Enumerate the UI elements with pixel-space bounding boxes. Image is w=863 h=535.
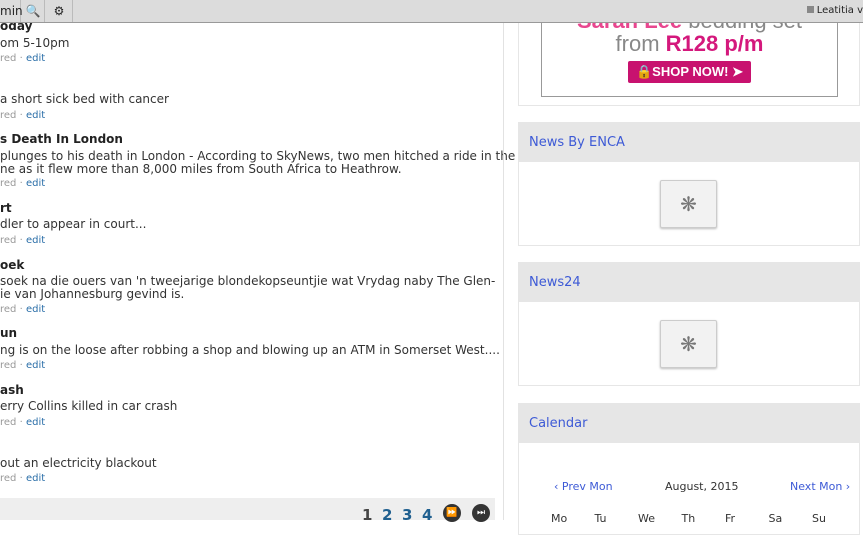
article-summary: ng is on the loose after robbing a shop …: [0, 343, 500, 357]
calendar-widget: Calendar ‹ Prev Mon August, 2015 Next Mo…: [518, 403, 860, 535]
page-3[interactable]: 3: [402, 506, 412, 524]
news24-widget: News24 ❋: [518, 262, 860, 386]
loading-spinner-icon: ❋: [660, 320, 717, 368]
user-name: Leatitia v: [816, 5, 863, 16]
weekday-header: Sa: [768, 512, 783, 525]
edit-link[interactable]: edit: [26, 178, 45, 189]
widget-title[interactable]: News24: [519, 263, 859, 302]
article-status: red: [0, 304, 17, 315]
search-icon[interactable]: 🔍: [22, 0, 45, 22]
calendar-month: August, 2015: [665, 480, 739, 493]
edit-link[interactable]: edit: [26, 110, 45, 121]
article-title[interactable]: rt: [0, 201, 12, 215]
edit-link[interactable]: edit: [26, 360, 45, 371]
weekday-header: Su: [812, 512, 826, 525]
gear-icon[interactable]: ⚙: [46, 0, 73, 22]
article-meta: red · edit: [0, 235, 46, 246]
column-divider: [503, 0, 504, 520]
article-meta: red · edit: [0, 473, 46, 484]
widget-title[interactable]: News By ENCA: [519, 123, 859, 162]
edit-link[interactable]: edit: [26, 417, 45, 428]
article-status: red: [0, 473, 17, 484]
weekday-header: We: [638, 512, 655, 525]
article-meta: red · edit: [0, 304, 46, 315]
edit-link[interactable]: edit: [26, 235, 45, 246]
prev-month-link[interactable]: ‹ Prev Mon: [554, 480, 613, 493]
article-summary: erry Collins killed in car crash: [0, 399, 178, 413]
article-title[interactable]: ash: [0, 383, 24, 397]
last-page-icon[interactable]: ⏭: [472, 504, 490, 522]
article-title[interactable]: un: [0, 326, 17, 340]
lock-icon: 🔒: [635, 64, 653, 79]
page-2[interactable]: 2: [382, 506, 392, 524]
article-title[interactable]: s Death In London: [0, 132, 123, 146]
article-status: red: [0, 53, 17, 64]
article-summary: out an electricity blackout: [0, 456, 157, 470]
article-status: red: [0, 178, 17, 189]
shop-now-button[interactable]: 🔒SHOP NOW! ➤: [627, 61, 752, 83]
article-meta: red · edit: [0, 178, 46, 189]
edit-link[interactable]: edit: [26, 473, 45, 484]
article-meta: red · edit: [0, 53, 46, 64]
widget-title: Calendar: [519, 404, 859, 443]
admin-label: min: [0, 4, 23, 18]
article-status: red: [0, 417, 17, 428]
article-summary: plunges to his death in London - Accordi…: [0, 149, 516, 176]
shop-now-label: SHOP NOW!: [652, 64, 729, 79]
article-summary: soek na die ouers van 'n tweejarige blon…: [0, 274, 496, 301]
article-meta: red · edit: [0, 110, 46, 121]
admin-menu[interactable]: min: [0, 0, 23, 22]
ad-price: R128 p/m: [665, 31, 764, 56]
admin-toolbar: min 🔍 ⚙ Leatitia v: [0, 0, 863, 23]
loading-spinner-icon: ❋: [660, 180, 717, 228]
weekday-header: Tu: [594, 512, 607, 525]
article-status: red: [0, 110, 17, 121]
article-status: red: [0, 235, 17, 246]
article-meta: red · edit: [0, 417, 46, 428]
avatar: [806, 6, 814, 13]
weekday-header: Th: [681, 512, 696, 525]
next-page-icon[interactable]: ⏩: [443, 504, 461, 522]
next-month-link[interactable]: Next Mon ›: [790, 480, 850, 493]
article-summary: dler to appear in court...: [0, 217, 147, 231]
enca-widget: News By ENCA ❋: [518, 122, 860, 246]
user-menu[interactable]: Leatitia v: [806, 0, 863, 22]
edit-link[interactable]: edit: [26, 304, 45, 315]
edit-link[interactable]: edit: [26, 53, 45, 64]
weekday-header: Fr: [725, 512, 736, 525]
article-summary: om 5-10pm: [0, 36, 70, 50]
article-meta: red · edit: [0, 360, 46, 371]
weekday-header: Mo: [551, 512, 568, 525]
article-title[interactable]: oek: [0, 258, 24, 272]
ad-from: from: [615, 31, 660, 56]
article-summary: a short sick bed with cancer: [0, 92, 169, 106]
page-4[interactable]: 4: [422, 506, 432, 524]
article-status: red: [0, 360, 17, 371]
page-1[interactable]: 1: [362, 506, 372, 524]
pagination: 1 2 3 4 ⏩ ⏭: [0, 498, 495, 524]
